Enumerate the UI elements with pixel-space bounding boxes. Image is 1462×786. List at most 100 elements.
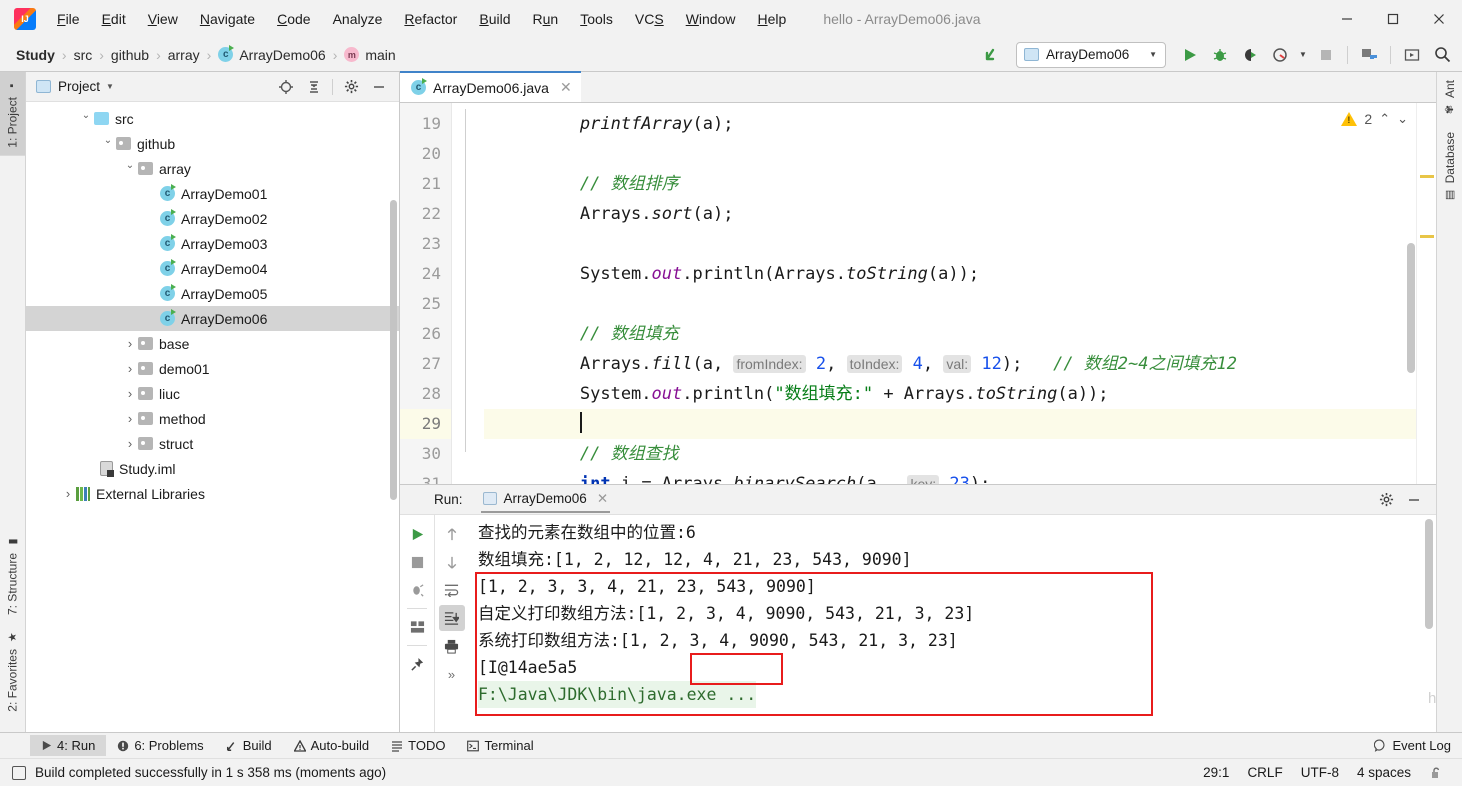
event-log-button[interactable]: Event Log bbox=[1363, 735, 1462, 756]
minimize-button[interactable] bbox=[1324, 0, 1370, 38]
chevron-right-icon[interactable] bbox=[122, 386, 138, 401]
code-line[interactable]: // 数组查找 bbox=[484, 439, 1436, 469]
stop-icon[interactable] bbox=[404, 549, 430, 575]
console-scrollbar[interactable] bbox=[1425, 519, 1433, 629]
run-tab-arraydemo06[interactable]: ArrayDemo06 ✕ bbox=[480, 487, 611, 513]
bottom-tab-run[interactable]: 4: Run bbox=[30, 735, 107, 756]
scroll-to-end-icon[interactable] bbox=[438, 605, 465, 631]
tree-node-method[interactable]: method bbox=[26, 406, 399, 431]
line-separator[interactable]: CRLF bbox=[1238, 765, 1291, 780]
code-line[interactable] bbox=[484, 289, 1436, 319]
breadcrumb-item-array[interactable]: array bbox=[164, 45, 204, 65]
chevron-down-icon[interactable] bbox=[78, 113, 94, 124]
run-with-coverage-icon[interactable] bbox=[1236, 42, 1264, 68]
project-structure-icon[interactable] bbox=[1355, 42, 1383, 68]
editor-tab-arraydemo06[interactable]: ArrayDemo06.java ✕ bbox=[400, 71, 581, 102]
code-line[interactable] bbox=[484, 139, 1436, 169]
breadcrumb-item-main[interactable]: main bbox=[340, 45, 399, 65]
code-text[interactable]: printfArray(a); // 数组排序 Arrays.sort(a); … bbox=[484, 103, 1436, 484]
tree-node-arraydemo01[interactable]: ArrayDemo01 bbox=[26, 181, 399, 206]
tree-node-study-iml[interactable]: Study.iml bbox=[26, 456, 399, 481]
collapse-all-icon[interactable] bbox=[300, 74, 328, 100]
close-icon[interactable]: ✕ bbox=[560, 79, 572, 96]
unlocked-icon[interactable] bbox=[1420, 766, 1452, 780]
menu-tools[interactable]: Tools bbox=[569, 7, 624, 31]
inspection-marker-bar[interactable] bbox=[1416, 103, 1436, 484]
editor-scrollbar[interactable] bbox=[1407, 243, 1415, 373]
tree-node-arraydemo05[interactable]: ArrayDemo05 bbox=[26, 281, 399, 306]
menu-view[interactable]: View bbox=[137, 7, 189, 31]
code-line[interactable]: printfArray(a); bbox=[484, 109, 1436, 139]
tree-node-base[interactable]: base bbox=[26, 331, 399, 356]
back-arrow-icon[interactable] bbox=[978, 42, 1006, 68]
debug-icon[interactable] bbox=[1206, 42, 1234, 68]
tree-node-array[interactable]: array bbox=[26, 156, 399, 181]
up-arrow-icon[interactable] bbox=[439, 521, 465, 547]
code-editor[interactable]: 19 20 21 22 23 24 25 26 27 28 29 30 31 3… bbox=[400, 103, 1436, 484]
menu-help[interactable]: Help bbox=[747, 7, 798, 31]
gear-icon[interactable] bbox=[337, 74, 365, 100]
tree-node-liuc[interactable]: liuc bbox=[26, 381, 399, 406]
tree-node-arraydemo03[interactable]: ArrayDemo03 bbox=[26, 231, 399, 256]
menu-code[interactable]: Code bbox=[266, 7, 321, 31]
bottom-tab-build[interactable]: Build bbox=[215, 735, 283, 756]
locate-icon[interactable] bbox=[272, 74, 300, 100]
code-line[interactable]: // 数组排序 bbox=[484, 169, 1436, 199]
breadcrumb-item-study[interactable]: Study bbox=[12, 45, 59, 65]
indent-setting[interactable]: 4 spaces bbox=[1348, 765, 1420, 780]
hide-icon[interactable] bbox=[1400, 487, 1428, 513]
sidebar-item-structure[interactable]: 7: Structure ▮ bbox=[0, 527, 25, 623]
dump-threads-icon[interactable] bbox=[404, 577, 430, 603]
menu-file[interactable]: File bbox=[46, 7, 91, 31]
close-icon[interactable]: ✕ bbox=[597, 491, 608, 507]
rerun-icon[interactable] bbox=[404, 521, 430, 547]
bottom-tab-problems[interactable]: 6: Problems bbox=[106, 735, 214, 756]
chevron-down-icon[interactable]: ▼ bbox=[106, 82, 114, 91]
chevron-right-icon[interactable] bbox=[122, 361, 138, 376]
breadcrumb-item-src[interactable]: src bbox=[70, 45, 97, 65]
gear-icon[interactable] bbox=[1372, 487, 1400, 513]
code-line[interactable] bbox=[484, 409, 1436, 439]
menu-analyze[interactable]: Analyze bbox=[322, 7, 394, 31]
code-line[interactable]: System.out.println(Arrays.toString(a)); bbox=[484, 259, 1436, 289]
chevron-right-icon[interactable] bbox=[60, 486, 76, 501]
run-configuration-selector[interactable]: ArrayDemo06 ▼ bbox=[1016, 41, 1166, 68]
down-arrow-icon[interactable] bbox=[439, 549, 465, 575]
profiler-dropdown-icon[interactable]: ▼ bbox=[1296, 42, 1310, 68]
chevron-down-icon[interactable] bbox=[122, 163, 138, 174]
pin-tab-icon[interactable] bbox=[404, 651, 430, 677]
menu-run[interactable]: Run bbox=[521, 7, 569, 31]
close-button[interactable] bbox=[1416, 0, 1462, 38]
chevron-down-icon[interactable]: ⌄ bbox=[1397, 111, 1408, 127]
project-tree[interactable]: src github array ArrayDemo01 bbox=[26, 102, 399, 732]
encoding[interactable]: UTF-8 bbox=[1292, 765, 1348, 780]
tree-node-demo01[interactable]: demo01 bbox=[26, 356, 399, 381]
bottom-tab-todo[interactable]: TODO bbox=[380, 735, 456, 756]
bottom-tab-auto-build[interactable]: Auto-build bbox=[283, 735, 381, 756]
breadcrumb-item-github[interactable]: github bbox=[107, 45, 153, 65]
sidebar-item-ant[interactable]: ✾ Ant bbox=[1438, 72, 1462, 124]
code-line[interactable]: System.out.println("数组填充:" + Arrays.toSt… bbox=[484, 379, 1436, 409]
fold-gutter[interactable] bbox=[452, 103, 484, 484]
chevron-right-icon[interactable] bbox=[122, 411, 138, 426]
print-icon[interactable] bbox=[439, 633, 465, 659]
code-line[interactable]: int i = Arrays.binarySearch(a, key: 23); bbox=[484, 469, 1436, 484]
menu-navigate[interactable]: Navigate bbox=[189, 7, 266, 31]
tree-node-external-libraries[interactable]: External Libraries bbox=[26, 481, 399, 506]
inspection-widget[interactable]: 2 ⌃ ⌄ bbox=[1341, 111, 1408, 127]
tree-node-src[interactable]: src bbox=[26, 106, 399, 131]
layout-icon[interactable] bbox=[404, 614, 430, 640]
tree-node-arraydemo02[interactable]: ArrayDemo02 bbox=[26, 206, 399, 231]
updates-icon[interactable] bbox=[1398, 42, 1426, 68]
sidebar-item-database[interactable]: ▤ Database bbox=[1438, 124, 1462, 209]
code-line[interactable] bbox=[484, 229, 1436, 259]
chevron-up-icon[interactable]: ⌃ bbox=[1379, 111, 1390, 127]
console-output[interactable]: 查找的元素在数组中的位置:6 数组填充:[1, 2, 12, 12, 4, 21,… bbox=[468, 515, 1436, 732]
maximize-button[interactable] bbox=[1370, 0, 1416, 38]
menu-vcs[interactable]: VCS bbox=[624, 7, 675, 31]
menu-build[interactable]: Build bbox=[468, 7, 521, 31]
run-icon[interactable] bbox=[1176, 42, 1204, 68]
tree-node-struct[interactable]: struct bbox=[26, 431, 399, 456]
code-line[interactable]: Arrays.fill(a, fromIndex: 2, toIndex: 4,… bbox=[484, 349, 1436, 379]
bottom-tab-terminal[interactable]: Terminal bbox=[456, 735, 544, 756]
